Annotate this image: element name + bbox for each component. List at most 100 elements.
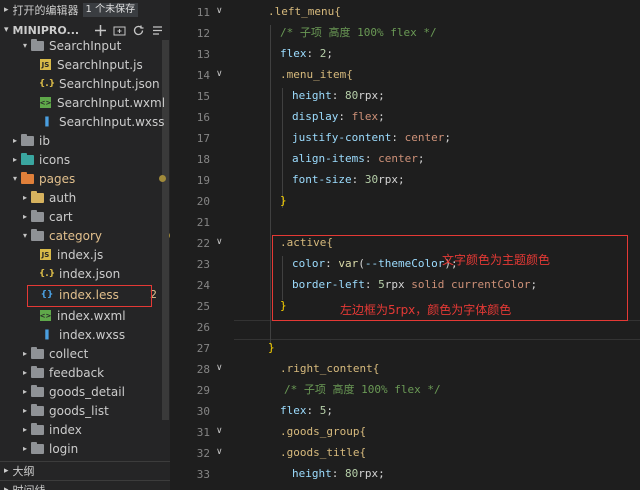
new-folder-icon[interactable]	[113, 24, 126, 37]
chevron-right-icon: ▸	[4, 485, 9, 490]
tree-item-category[interactable]: ▾ category	[0, 226, 170, 245]
outline-section-header[interactable]: ▸ 大纲	[0, 461, 170, 480]
tree-item-index-wxss[interactable]: ❚ index.wxss	[0, 325, 170, 344]
new-file-icon[interactable]	[94, 24, 107, 37]
tree-item-index-wxml[interactable]: <> index.wxml	[0, 306, 170, 325]
tree-item-searchinput-wxml[interactable]: <> SearchInput.wxml	[0, 93, 170, 112]
code-line: }	[280, 191, 287, 211]
chevron-right-icon: ▸	[4, 5, 9, 15]
tree-item-cart[interactable]: ▸ cart	[0, 207, 170, 226]
tree-item-label: index.json	[59, 266, 121, 281]
code-token: 80	[345, 89, 359, 102]
js-file-icon: JS	[40, 59, 51, 70]
line-number: 27	[196, 342, 210, 355]
code-line: .goods_group{	[280, 422, 366, 442]
tree-item-label: ib	[39, 133, 50, 148]
line-number: 14	[196, 69, 210, 82]
tree-item-index[interactable]: ▸ index	[0, 420, 170, 439]
fold-chevron-icon[interactable]: ∨	[216, 363, 223, 373]
line-number: 28	[196, 363, 210, 376]
chevron-right-icon: ▸	[12, 136, 17, 145]
code-token: display	[292, 110, 339, 123]
tree-item-index-js[interactable]: JS index.js	[0, 245, 170, 264]
refresh-icon[interactable]	[132, 24, 145, 37]
fold-chevron-icon[interactable]: ∨	[216, 6, 223, 16]
tree-item-label: index.js	[57, 247, 104, 262]
fold-chevron-icon[interactable]: ∨	[216, 237, 223, 247]
code-token: .goods_group{	[280, 425, 367, 438]
border-annotation: 左边框为5rpx，颜色为字体颜色	[340, 303, 512, 317]
code-token: 30	[364, 173, 379, 186]
timeline-section-header[interactable]: ▸ 时间线	[0, 480, 170, 490]
tree-item-searchinput-js[interactable]: JS SearchInput.js	[0, 55, 170, 74]
tree-item-label: goods_list	[49, 403, 109, 418]
line-number: 33	[196, 468, 210, 481]
line-number: 11	[196, 6, 210, 19]
code-comment: /* 子项 高度 100% flex */	[284, 383, 441, 396]
code-token: .right_content{	[280, 362, 380, 375]
folder-icon	[30, 346, 44, 359]
line-number: 21	[196, 216, 210, 229]
wxss-file-icon: ❚	[42, 116, 52, 127]
selection-highlight	[27, 285, 152, 307]
modified-dot	[159, 175, 166, 182]
wxss-file-icon: ❚	[42, 329, 52, 340]
tree-item-collect[interactable]: ▸ collect	[0, 344, 170, 363]
tree-item-searchinput[interactable]: ▾ SearchInput	[0, 36, 170, 55]
code-token: align-items	[292, 152, 365, 165]
folder-icon	[30, 209, 44, 222]
code-token: .menu_item{	[280, 68, 353, 81]
folder-icon	[30, 422, 44, 435]
code-line: height: 80rpx;	[292, 467, 385, 480]
line-number: 22	[196, 237, 210, 250]
timeline-label: 时间线	[13, 482, 46, 490]
tree-item-login[interactable]: ▸ login	[0, 439, 170, 458]
code-token: height	[292, 467, 332, 480]
code-comment: /* 子项 高度 100% flex */	[280, 26, 437, 39]
chevron-down-icon: ▾	[22, 41, 27, 50]
code-line: .goods_title{	[280, 443, 366, 463]
code-line: /* 子项 高度 100% flex */	[280, 23, 437, 43]
tree-item-label: category	[49, 228, 103, 243]
tree-item-ib[interactable]: ▸ ib	[0, 131, 170, 150]
tree-item-goods-list[interactable]: ▸ goods_list	[0, 401, 170, 420]
open-editors-header[interactable]: ▸ 打开的编辑器 1 个未保存	[0, 0, 170, 20]
tree-item-label: SearchInput	[49, 38, 122, 53]
tree-item-label: index.wxss	[59, 327, 126, 342]
chevron-down-icon: ▾	[4, 25, 9, 35]
tree-item-auth[interactable]: ▸ auth	[0, 188, 170, 207]
chevron-right-icon: ▸	[4, 466, 9, 476]
collapse-all-icon[interactable]	[151, 24, 164, 37]
code-editor[interactable]: .left_menu{ /* 子项 高度 100% flex */ flex: …	[234, 0, 640, 490]
tree-item-label: goods_detail	[49, 384, 125, 399]
code-line: }	[268, 338, 275, 358]
fold-chevron-icon[interactable]: ∨	[216, 447, 223, 457]
line-number: 13	[196, 48, 210, 61]
tree-item-goods-detail[interactable]: ▸ goods_detail	[0, 382, 170, 401]
indent-guide	[270, 25, 271, 345]
indent-guide	[282, 88, 283, 208]
code-line: height: 80rpx;	[292, 89, 385, 102]
fold-chevron-icon[interactable]: ∨	[216, 69, 223, 79]
tree-item-index-json[interactable]: {.} index.json	[0, 264, 170, 283]
folder-icon	[20, 133, 34, 146]
json-file-icon: {.}	[38, 78, 56, 89]
tree-item-feedback[interactable]: ▸ feedback	[0, 363, 170, 382]
chevron-right-icon: ▸	[22, 425, 27, 434]
tree-item-pages[interactable]: ▾ pages	[0, 169, 170, 188]
tree-item-searchinput-wxss[interactable]: ❚ SearchInput.wxss	[0, 112, 170, 131]
wxml-file-icon: <>	[39, 310, 52, 321]
tree-item-icons[interactable]: ▸ icons	[0, 150, 170, 169]
folder-icon	[30, 384, 44, 397]
chevron-right-icon: ▸	[22, 212, 27, 221]
chevron-right-icon: ▸	[22, 349, 27, 358]
tree-item-label: cart	[49, 209, 73, 224]
code-token: center	[378, 152, 418, 165]
line-number: 32	[196, 447, 210, 460]
line-number: 16	[196, 111, 210, 124]
current-line-highlight	[234, 320, 640, 340]
tree-item-searchinput-json[interactable]: {.} SearchInput.json	[0, 74, 170, 93]
fold-chevron-icon[interactable]: ∨	[216, 426, 223, 436]
tree-item-label: SearchInput.wxss	[59, 114, 165, 129]
code-token: flex	[280, 47, 307, 60]
